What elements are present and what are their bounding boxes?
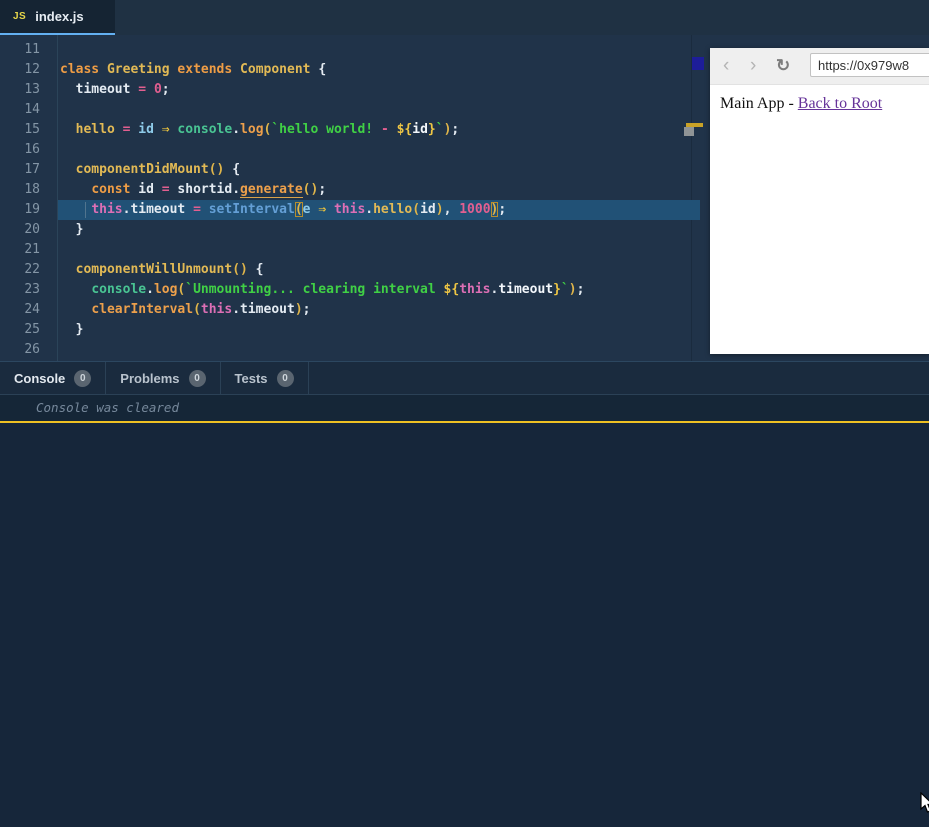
code-line[interactable]: 11	[0, 40, 705, 60]
preview-text: Main App -	[720, 95, 798, 112]
editor-tab-bar: JS index.js	[0, 0, 929, 35]
console-tab-label: Console	[14, 371, 65, 386]
code-text: console.log(`Unmounting... clearing inte…	[60, 280, 584, 300]
url-input[interactable]	[810, 53, 929, 77]
line-number[interactable]: 17	[0, 160, 40, 180]
code-text: class Greeting extends Component {	[60, 60, 326, 80]
back-to-root-link[interactable]: Back to Root	[798, 95, 882, 112]
line-number[interactable]: 25	[0, 320, 40, 340]
line-number[interactable]: 13	[0, 80, 40, 100]
browser-preview-panel: ‹ › ↻ Main App - Back to Root	[710, 48, 929, 354]
code-line[interactable]: 13 timeout = 0;	[0, 80, 705, 100]
app-window: JS index.js 1112 class Greeting extends C…	[0, 0, 929, 827]
javascript-file-icon: JS	[13, 11, 26, 22]
code-line[interactable]: 20 }	[0, 220, 705, 240]
code-text: this.timeout = setInterval(e ⇒ this.hell…	[60, 200, 506, 220]
code-text: }	[60, 220, 83, 240]
line-number[interactable]: 12	[0, 60, 40, 80]
console-tab-label: Tests	[235, 371, 268, 386]
console-tab-console[interactable]: Console 0	[0, 362, 106, 394]
console-output-area[interactable]	[0, 423, 929, 827]
code-line[interactable]: 19 this.timeout = setInterval(e ⇒ this.h…	[0, 200, 705, 220]
overview-ruler-cursor-marker	[692, 57, 704, 70]
line-number[interactable]: 14	[0, 100, 40, 120]
mouse-cursor	[920, 792, 929, 814]
code-line[interactable]: 22 componentWillUnmount() {	[0, 260, 705, 280]
code-line[interactable]: 21	[0, 240, 705, 260]
code-text: componentDidMount() {	[60, 160, 240, 180]
tab-index-js[interactable]: JS index.js	[0, 0, 115, 35]
preview-navigation-bar: ‹ › ↻	[710, 48, 929, 85]
back-icon[interactable]: ‹	[723, 48, 729, 84]
code-line[interactable]: 25 }	[0, 320, 705, 340]
line-number[interactable]: 23	[0, 280, 40, 300]
code-line[interactable]: 26	[0, 340, 705, 360]
code-line[interactable]: 14	[0, 100, 705, 120]
line-number[interactable]: 16	[0, 140, 40, 160]
code-text: hello = id ⇒ console.log(`hello world! -…	[60, 120, 459, 140]
line-number[interactable]: 11	[0, 40, 40, 60]
line-number[interactable]: 18	[0, 180, 40, 200]
console-tab-tests[interactable]: Tests 0	[221, 362, 309, 394]
code-text: componentWillUnmount() {	[60, 260, 264, 280]
code-line[interactable]: 23 console.log(`Unmounting... clearing i…	[0, 280, 705, 300]
code-text: const id = shortid.generate();	[60, 180, 326, 200]
code-line[interactable]: 24 clearInterval(this.timeout);	[0, 300, 705, 320]
console-cleared-message: Console was cleared	[0, 395, 929, 421]
line-number[interactable]: 19	[0, 200, 40, 220]
code-text: timeout = 0;	[60, 80, 170, 100]
code-line[interactable]: 18 const id = shortid.generate();	[0, 180, 705, 200]
forward-icon[interactable]: ›	[750, 48, 756, 84]
code-text: clearInterval(this.timeout);	[60, 300, 310, 320]
code-text: }	[60, 320, 83, 340]
count-badge: 0	[277, 370, 294, 387]
line-number[interactable]: 26	[0, 340, 40, 360]
line-number[interactable]: 24	[0, 300, 40, 320]
line-number[interactable]: 22	[0, 260, 40, 280]
line-number[interactable]: 15	[0, 120, 40, 140]
console-tab-label: Problems	[120, 371, 179, 386]
count-badge: 0	[189, 370, 206, 387]
code-lines: 1112class Greeting extends Component {13…	[0, 40, 705, 360]
code-line[interactable]: 12 class Greeting extends Component {	[0, 60, 705, 80]
console-tab-problems[interactable]: Problems 0	[106, 362, 220, 394]
code-line[interactable]: 16	[0, 140, 705, 160]
line-number[interactable]: 20	[0, 220, 40, 240]
refresh-icon[interactable]: ↻	[776, 48, 790, 84]
file-tab-label: index.js	[35, 9, 83, 24]
count-badge: 0	[74, 370, 91, 387]
inline-log-widget	[684, 127, 694, 136]
preview-content: Main App - Back to Root	[710, 85, 929, 123]
code-line[interactable]: 15 hello = id ⇒ console.log(`hello world…	[0, 120, 705, 140]
code-line[interactable]: 17 componentDidMount() {	[0, 160, 705, 180]
line-number[interactable]: 21	[0, 240, 40, 260]
console-tab-bar: Console 0 Problems 0 Tests 0	[0, 361, 929, 395]
